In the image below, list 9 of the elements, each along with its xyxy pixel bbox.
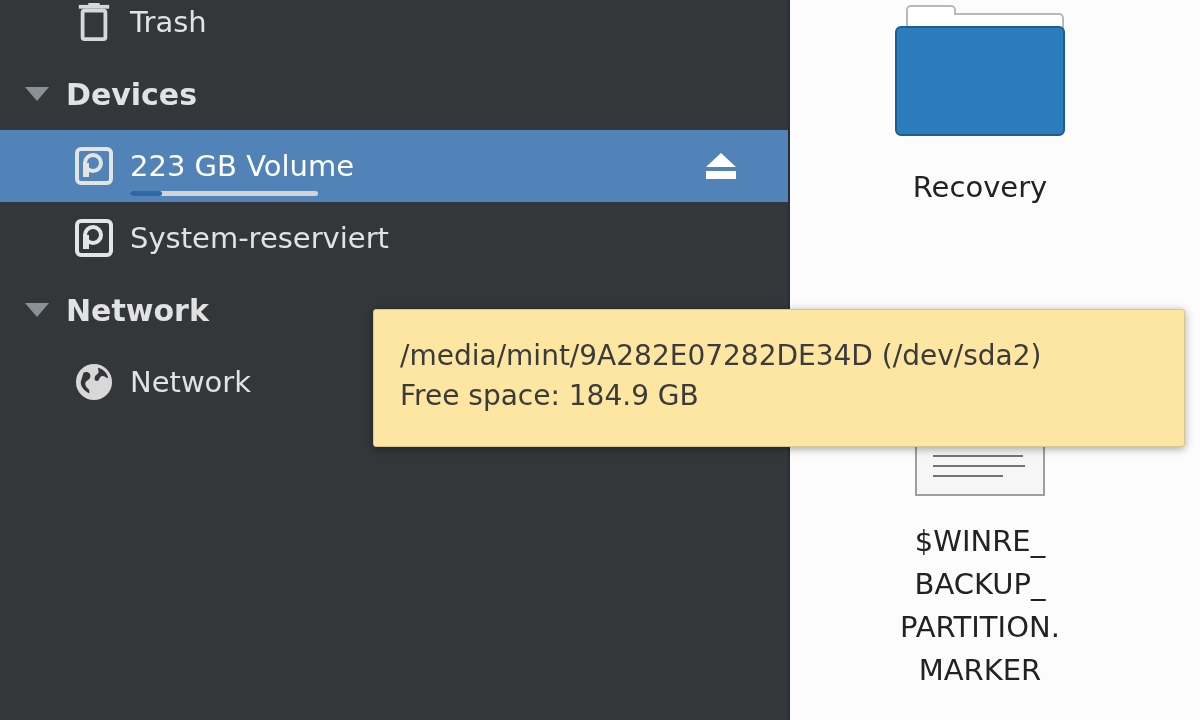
section-header: Devices — [66, 76, 198, 112]
section-header: Network — [66, 292, 209, 328]
file-name: $WINRE_BACKUP_PARTITION.MARKER — [900, 523, 1060, 689]
item-label: System-reserviert — [130, 221, 389, 255]
item-label: Network — [130, 365, 252, 399]
tooltip-text: Free space: 184.9 GB — [400, 378, 699, 414]
file-name: Recovery — [912, 170, 1048, 204]
tooltip-text: /media/mint/9A282E07282DE34D (/dev/sda2) — [400, 338, 1042, 374]
item-label: 223 GB Volume — [130, 149, 354, 183]
